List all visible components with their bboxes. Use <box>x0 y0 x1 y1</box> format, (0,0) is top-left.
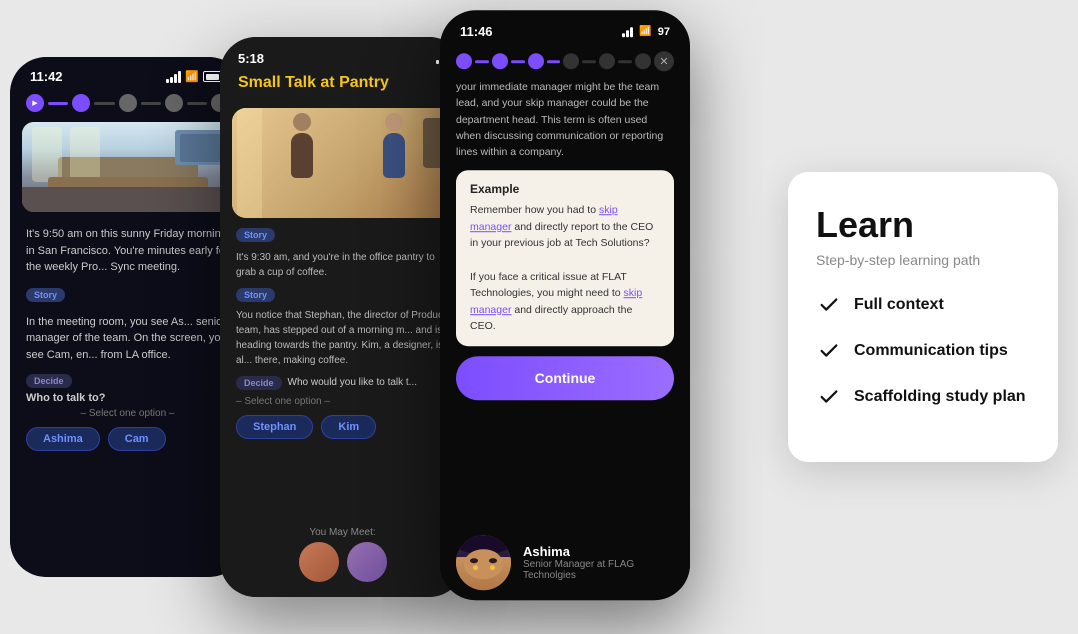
phone2-avatar-1 <box>299 542 339 582</box>
phone3-dot-2 <box>492 53 508 69</box>
phone-2: 5:18 Small Talk at Pantry <box>220 37 465 597</box>
phone3-close-button[interactable]: ✕ <box>654 51 674 71</box>
phone1-progress-seg-4 <box>187 102 207 105</box>
phone3-battery-text: 97 <box>658 26 670 38</box>
learn-item-full-context: Full context <box>816 292 1030 318</box>
phone2-story-image <box>232 108 453 218</box>
phone1-progress-dot-3 <box>119 94 137 112</box>
phone3-example-text1: Remember how you had to skip manager and… <box>470 203 660 252</box>
phone2-decide-badge: Decide <box>236 376 282 390</box>
phone3-skip-manager-link-1[interactable]: skip manager <box>470 205 618 233</box>
phone2-option-kim[interactable]: Kim <box>321 415 376 439</box>
phone2-header: 5:18 Small Talk at Pantry <box>220 37 465 108</box>
check-icon-3 <box>816 384 842 410</box>
phone3-example-label: Example <box>470 183 660 197</box>
phone1-wifi-icon: 📶 <box>185 70 199 83</box>
phone3-seg-3 <box>547 60 561 63</box>
phone3-signal-icon <box>622 27 633 37</box>
learn-panel-subtitle: Step-by-step learning path <box>816 252 1030 268</box>
phone2-time: 5:18 <box>238 51 264 66</box>
phone-1: 11:42 📶 ▶ <box>10 57 245 577</box>
phone3-continue-button[interactable]: Continue <box>456 356 674 400</box>
phone3-character-title: Senior Manager at FLAG Technolgies <box>523 559 674 581</box>
phone2-story-text: It's 9:30 am, and you're in the office p… <box>220 246 465 284</box>
phone3-progress-bar: ✕ <box>440 47 690 79</box>
phone2-decide-text: Who would you like to talk t... <box>288 376 418 390</box>
phone3-seg-5 <box>618 60 632 63</box>
phone1-progress-dot-2 <box>72 94 90 112</box>
phone1-option-cam[interactable]: Cam <box>108 427 166 451</box>
phone2-story-badge2-row: Story <box>220 284 465 304</box>
phone2-story-badge2: Story <box>236 288 275 302</box>
phone1-story-image <box>22 122 233 212</box>
phone3-time: 11:46 <box>460 24 493 39</box>
phone2-story-badge-row: Story <box>220 226 465 246</box>
phone1-decide-text: Who to talk to? <box>10 390 245 406</box>
learn-item-label-3: Scaffolding study plan <box>854 388 1026 406</box>
phone2-title: Small Talk at Pantry <box>238 74 447 92</box>
phone2-avatar-row <box>299 542 387 582</box>
phone3-dot-4 <box>563 53 579 69</box>
learn-item-communication-tips: Communication tips <box>816 338 1030 364</box>
phone1-story-badge: Story <box>26 288 65 302</box>
phone3-definition-text: your immediate manager might be the team… <box>456 79 674 160</box>
phone1-progress-dot-4 <box>165 94 183 112</box>
check-icon-2 <box>816 338 842 364</box>
phone2-story-badge: Story <box>236 228 275 242</box>
phone-3: 11:46 📶 97 ✕ <box>440 10 690 600</box>
phone1-progress-dot-1: ▶ <box>26 94 44 112</box>
phone2-bottom-gradient: You May Meet: <box>220 507 465 597</box>
phone2-you-may-meet: You May Meet: <box>309 527 375 538</box>
phone3-dot-3 <box>528 53 544 69</box>
phone3-character-section: Ashima Senior Manager at FLAG Technolgie… <box>440 525 690 600</box>
phone3-seg-4 <box>582 60 596 63</box>
learn-item-label-2: Communication tips <box>854 342 1008 360</box>
phone1-status-icons: 📶 <box>166 70 225 83</box>
phone3-character-avatar <box>456 535 511 590</box>
phone3-status-bar: 11:46 📶 97 <box>440 10 690 47</box>
phone1-story-text: It's 9:50 am on this sunny Friday mornin… <box>10 218 245 284</box>
phone2-select-label: – Select one option – <box>220 394 465 409</box>
phone1-progress-bar: ▶ <box>10 90 245 116</box>
phone2-story-text2: You notice that Stephan, the director of… <box>220 304 465 372</box>
phone3-wifi-icon: 📶 <box>639 26 651 37</box>
learn-item-label-1: Full context <box>854 296 944 314</box>
phone1-story-text2: In the meeting room, you see As... senio… <box>10 306 245 372</box>
phone1-progress-seg-2 <box>94 102 114 105</box>
phone3-example-box: Example Remember how you had to skip man… <box>456 171 674 347</box>
phone1-time: 11:42 <box>30 69 63 84</box>
phone3-dot-6 <box>635 53 651 69</box>
phone2-decide-row: Decide Who would you like to talk t... <box>220 372 465 394</box>
pantry-scene <box>232 108 453 218</box>
learn-item-scaffolding: Scaffolding study plan <box>816 384 1030 410</box>
phone3-character-name: Ashima <box>523 544 674 559</box>
phone3-dot-5 <box>599 53 615 69</box>
phone3-character-info: Ashima Senior Manager at FLAG Technolgie… <box>523 544 674 581</box>
phone3-body: your immediate manager might be the team… <box>440 79 690 356</box>
phone1-progress-seg-3 <box>141 102 161 105</box>
phone1-decide-badge: Decide <box>26 374 72 388</box>
learn-panel-title: Learn <box>816 204 1030 246</box>
phone3-dot-1 <box>456 53 472 69</box>
main-container: 11:42 📶 ▶ <box>0 0 1078 634</box>
phone2-status-bar: 5:18 <box>238 51 447 74</box>
phone1-progress-seg-1 <box>48 102 68 105</box>
phone3-seg-2 <box>511 60 525 63</box>
phone2-option-stephan[interactable]: Stephan <box>236 415 313 439</box>
phone3-example-text2: If you face a critical issue at FLAT Tec… <box>470 269 660 334</box>
phone1-status-bar: 11:42 📶 <box>10 57 245 90</box>
phone2-option-buttons: Stephan Kim <box>220 409 465 445</box>
phone1-option-buttons: Ashima Cam <box>10 421 245 457</box>
phone1-signal-icon <box>166 71 181 83</box>
conference-room-scene <box>22 122 233 212</box>
phone3-seg-1 <box>475 60 489 63</box>
phone1-select-label: – Select one option – <box>10 406 245 421</box>
phone1-option-ashima[interactable]: Ashima <box>26 427 100 451</box>
phone3-skip-manager-link-2[interactable]: skip manager <box>470 288 642 316</box>
check-icon-1 <box>816 292 842 318</box>
phone3-status-icons: 📶 97 <box>622 26 670 38</box>
phone2-avatar-2 <box>347 542 387 582</box>
learn-panel: Learn Step-by-step learning path Full co… <box>788 172 1058 462</box>
